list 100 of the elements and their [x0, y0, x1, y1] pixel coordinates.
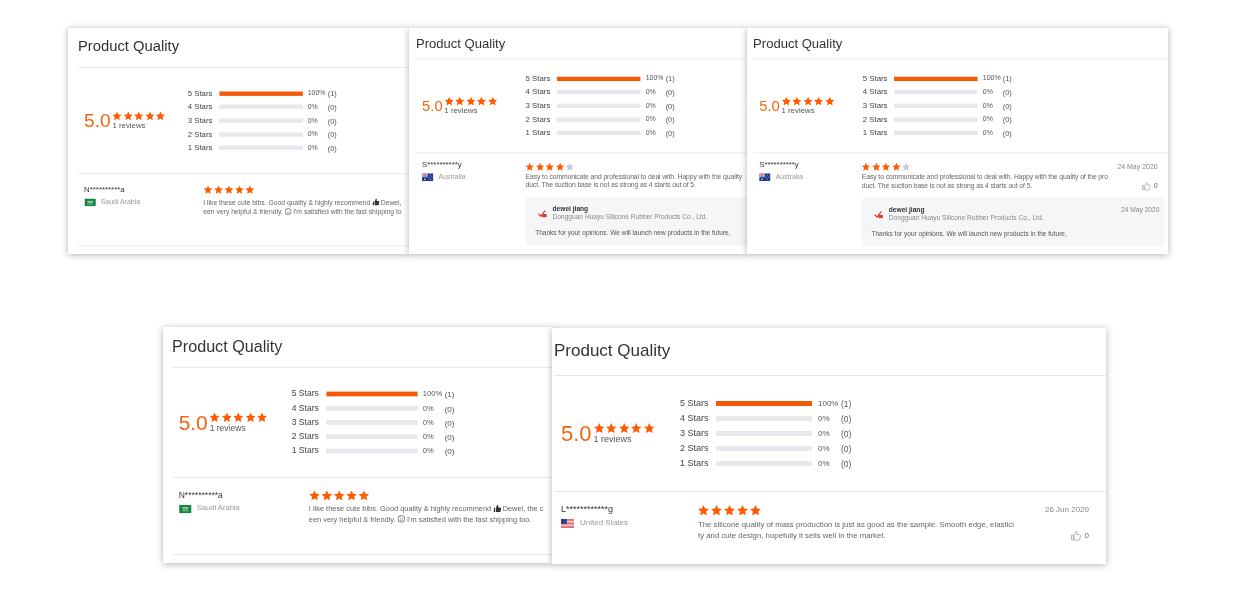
reviewer-name: N**********a	[178, 489, 224, 501]
review-count: 1 reviews	[593, 434, 633, 444]
thumbs-up-icon	[1070, 531, 1081, 541]
review-date: 26 Jun 2020	[1044, 505, 1089, 516]
percent-text: 0%	[818, 428, 831, 439]
star-icon	[134, 111, 144, 121]
flag-icon	[561, 518, 574, 528]
thumbs-up-icon	[493, 505, 501, 513]
rating-score: 5.0	[759, 98, 780, 114]
flag-icon	[178, 504, 191, 513]
star-level-label: 5 Stars	[680, 398, 710, 409]
smiley-icon	[284, 207, 292, 215]
section-title: Product Quality	[172, 337, 283, 357]
star-icon	[487, 96, 497, 106]
star-icon	[444, 96, 454, 106]
star-icon	[209, 412, 220, 422]
star-level-label: 3 Stars	[680, 428, 710, 439]
star-icon	[221, 412, 232, 422]
star-icon	[233, 412, 244, 422]
star-icon	[618, 423, 630, 433]
star-icon	[234, 185, 244, 194]
star-icon	[155, 111, 166, 121]
count-text: (0)	[841, 458, 852, 469]
star-level-label: 3 Stars	[291, 417, 320, 428]
star-icon	[871, 163, 881, 172]
star-icon	[814, 96, 824, 106]
flag-icon	[759, 172, 771, 181]
count-text: (0)	[841, 413, 852, 424]
thumbs-up-icon	[372, 198, 379, 206]
percent-text: 0%	[818, 443, 831, 454]
star-icon	[345, 490, 357, 501]
star-icon	[901, 163, 911, 172]
star-icon	[455, 96, 465, 106]
star-icon	[631, 423, 642, 433]
section-title: Product Quality	[415, 35, 506, 52]
star-icon	[213, 185, 223, 194]
star-icon	[781, 96, 791, 106]
star-icon	[477, 96, 487, 106]
star-icon	[750, 505, 761, 516]
star-icon	[145, 111, 155, 121]
count-text: (0)	[444, 403, 455, 413]
star-icon	[321, 490, 332, 501]
percent-text: 0%	[818, 413, 831, 424]
rating-score: 5.0	[422, 98, 443, 114]
star-icon	[711, 505, 722, 516]
star-icon	[643, 423, 655, 433]
section-title: Product Quality	[753, 35, 843, 52]
count-text: (0)	[444, 446, 455, 456]
star-level-label: 2 Stars	[291, 431, 320, 442]
star-icon	[698, 505, 709, 516]
star-icon	[333, 490, 344, 501]
star-icon	[466, 96, 476, 106]
star-icon	[245, 412, 256, 422]
count-text: (0)	[444, 432, 455, 442]
reviewer-name: L************g	[561, 503, 615, 515]
review-count: 1 reviews	[209, 422, 247, 433]
star-icon	[308, 490, 320, 501]
star-icon	[606, 423, 617, 433]
star-level-label: 2 Stars	[680, 443, 710, 454]
seller-logo-icon	[537, 209, 548, 218]
star-icon	[112, 111, 122, 121]
star-icon	[891, 163, 901, 172]
star-icon	[535, 162, 544, 171]
star-icon	[803, 96, 813, 106]
star-icon	[881, 163, 891, 172]
star-icon	[525, 162, 534, 171]
count-text: (1)	[444, 389, 455, 399]
star-icon	[545, 162, 554, 171]
flag-icon	[84, 198, 96, 206]
percent-text: 0%	[818, 458, 831, 469]
rating-score: 5.0	[561, 422, 592, 445]
star-icon	[565, 162, 574, 171]
section-title: Product Quality	[554, 341, 671, 362]
rating-score: 5.0	[84, 111, 111, 131]
count-text: (0)	[444, 417, 455, 428]
thumbs-up-icon	[1141, 182, 1151, 191]
count-text: (0)	[841, 428, 852, 439]
rating-score: 5.0	[178, 412, 208, 433]
star-icon	[724, 505, 735, 516]
star-icon	[555, 162, 564, 171]
star-icon	[825, 96, 835, 106]
seller-logo-icon	[874, 210, 884, 219]
star-icon	[861, 163, 871, 172]
smiley-icon	[397, 515, 406, 524]
count-text: (0)	[841, 443, 852, 454]
country-name: United States	[580, 518, 629, 528]
star-icon	[737, 505, 748, 516]
star-icon	[245, 185, 254, 194]
star-icon	[593, 423, 605, 433]
star-level-label: 4 Stars	[291, 403, 320, 414]
star-icon	[224, 185, 233, 194]
star-level-label: 1 Stars	[291, 445, 320, 457]
count-text: (1)	[841, 398, 852, 409]
like-button[interactable]: 0	[1070, 530, 1089, 542]
star-icon	[257, 412, 268, 422]
star-level-label: 5 Stars	[291, 388, 320, 400]
star-level-label: 1 Stars	[680, 458, 710, 469]
star-level-label: 4 Stars	[680, 413, 710, 424]
star-icon	[792, 96, 802, 106]
star-icon	[358, 490, 369, 501]
